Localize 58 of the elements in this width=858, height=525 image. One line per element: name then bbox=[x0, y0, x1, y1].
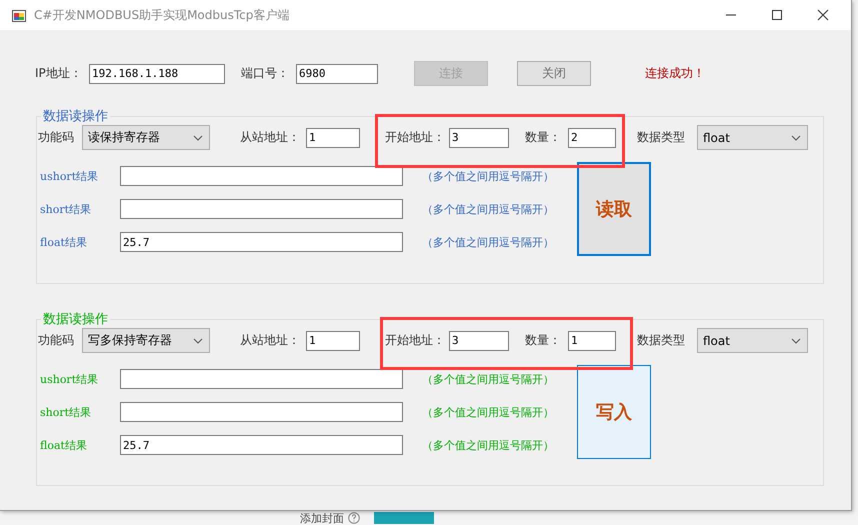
hint-text: （多个值之间用逗号隔开） bbox=[422, 234, 555, 250]
group-title: 数据读操作 bbox=[42, 108, 109, 125]
chevron-icon bbox=[791, 134, 801, 140]
function-code-label: 功能码 bbox=[38, 129, 75, 146]
result-field[interactable] bbox=[120, 369, 403, 389]
background-label: 添加封面 bbox=[300, 512, 344, 524]
result-label: float结果 bbox=[40, 438, 88, 452]
group-title: 数据读操作 bbox=[42, 311, 109, 328]
slave-address-label: 从站地址： bbox=[240, 129, 301, 146]
data-type-label: 数据类型 bbox=[637, 129, 686, 146]
data-type-dropdown[interactable]: float bbox=[697, 125, 808, 150]
start-address-label: 开始地址： bbox=[385, 129, 446, 146]
result-label: short结果 bbox=[40, 404, 92, 420]
slave-address-label: 从站地址： bbox=[240, 332, 301, 349]
slave-address-field[interactable]: 1 bbox=[306, 330, 360, 350]
hint-text: （多个值之间用逗号隔开） bbox=[422, 168, 555, 184]
chevron-icon bbox=[193, 338, 203, 344]
data-type-dropdown[interactable]: float bbox=[697, 328, 808, 353]
close-icon[interactable] bbox=[817, 9, 829, 21]
background-panel bbox=[374, 512, 434, 524]
start-address-label: 开始地址： bbox=[385, 332, 446, 349]
port-label: 端口号： bbox=[241, 65, 290, 82]
function-code-dropdown[interactable]: 读保持寄存器 bbox=[82, 125, 210, 150]
result-field[interactable] bbox=[120, 402, 403, 422]
slave-address-field[interactable]: 1 bbox=[306, 128, 360, 148]
result-field[interactable]: 25.7 bbox=[120, 232, 403, 252]
count-field[interactable]: 1 bbox=[568, 330, 616, 350]
window-title: C#开发NMODBUS助手实现ModbusTcp客户端 bbox=[34, 6, 290, 24]
help-icon bbox=[348, 512, 360, 524]
result-label: short结果 bbox=[40, 202, 92, 216]
port-field[interactable]: 6980 bbox=[296, 64, 378, 84]
result-field[interactable] bbox=[120, 166, 403, 186]
result-field[interactable]: 25.7 bbox=[120, 435, 403, 455]
count-label: 数量： bbox=[525, 332, 562, 349]
result-field[interactable] bbox=[120, 199, 403, 219]
hint-text: （多个值之间用逗号隔开） bbox=[422, 202, 555, 216]
hint-text: （多个值之间用逗号隔开） bbox=[422, 372, 555, 386]
maximize-icon[interactable] bbox=[771, 9, 783, 21]
close-button[interactable]: 关闭 bbox=[517, 61, 591, 86]
result-label: ushort结果 bbox=[40, 372, 100, 386]
app-icon bbox=[12, 8, 26, 22]
write-button[interactable]: 写入 bbox=[577, 365, 651, 459]
start-address-field[interactable]: 3 bbox=[449, 128, 509, 148]
function-code-label: 功能码 bbox=[38, 332, 75, 349]
count-label: 数量： bbox=[525, 129, 562, 146]
ip-label: IP地址： bbox=[35, 65, 83, 82]
start-address-field[interactable]: 3 bbox=[449, 330, 509, 350]
hint-text: （多个值之间用逗号隔开） bbox=[422, 404, 555, 420]
result-label: float结果 bbox=[40, 234, 88, 250]
data-type-label: 数据类型 bbox=[637, 332, 686, 349]
function-code-dropdown[interactable]: 写多保持寄存器 bbox=[82, 328, 210, 353]
count-field[interactable]: 2 bbox=[568, 128, 616, 148]
chevron-icon bbox=[193, 134, 203, 140]
ip-field[interactable]: 192.168.1.188 bbox=[89, 64, 225, 84]
hint-text: （多个值之间用逗号隔开） bbox=[422, 438, 555, 452]
result-label: ushort结果 bbox=[40, 168, 100, 184]
chevron-icon bbox=[791, 338, 801, 344]
status-text: 连接成功！ bbox=[645, 65, 705, 82]
